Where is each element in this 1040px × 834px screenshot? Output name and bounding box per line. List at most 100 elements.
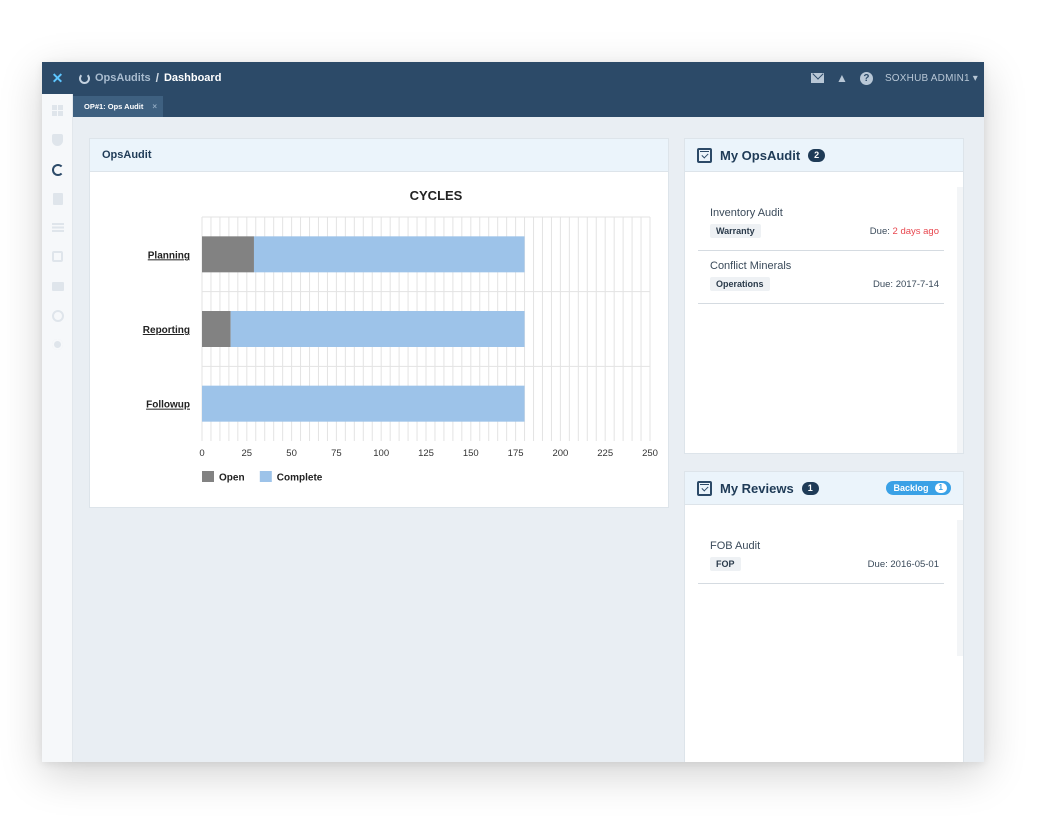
sidebar-item-dashboard[interactable] bbox=[50, 103, 65, 118]
item-due: Due: 2016-05-01 bbox=[868, 559, 939, 570]
legend-swatch-open bbox=[202, 471, 214, 482]
x-tick-label: 100 bbox=[373, 448, 389, 459]
sidebar-item-documents[interactable] bbox=[50, 191, 65, 206]
item-tag: FOP bbox=[710, 557, 741, 571]
top-icons: ▲ ? SOXHUB ADMIN1 ▾ bbox=[811, 62, 978, 94]
app-logo-icon[interactable]: ✕ bbox=[42, 62, 73, 94]
my-opsaudit-panel: My OpsAudit 2 Inventory Audit Warranty D… bbox=[684, 138, 964, 454]
bar-open-reporting bbox=[202, 311, 231, 347]
my-opsaudit-title: My OpsAudit bbox=[720, 147, 801, 163]
page-title: Dashboard bbox=[163, 72, 222, 84]
cycles-chart-container: CYCLES Planning Reporting Followup 0 25 50 75 10… bbox=[90, 173, 668, 507]
due-label: Due: bbox=[867, 559, 888, 570]
sidebar-item-list[interactable] bbox=[50, 220, 65, 235]
help-icon[interactable]: ? bbox=[859, 71, 873, 85]
list-item[interactable]: Inventory Audit Warranty Due: 2 days ago bbox=[698, 198, 944, 251]
x-tick-label: 75 bbox=[331, 448, 342, 459]
clock-icon bbox=[51, 309, 64, 322]
bar-complete-reporting bbox=[230, 311, 525, 347]
x-tick-label: 225 bbox=[597, 448, 613, 459]
x-tick-label: 150 bbox=[463, 448, 479, 459]
backlog-count-badge: 1 bbox=[934, 483, 947, 493]
opsaudit-panel-title: OpsAudit bbox=[102, 149, 152, 161]
sidebar-item-calendar[interactable] bbox=[50, 249, 65, 264]
dashboard-icon bbox=[52, 105, 63, 116]
app-window: ✕ OpsAudits / Dashboard ▲ ? SOXHUB ADMIN… bbox=[42, 62, 984, 762]
my-opsaudit-header: My OpsAudit 2 bbox=[685, 139, 963, 172]
x-tick-label: 50 bbox=[286, 448, 297, 459]
sidebar-item-clock[interactable] bbox=[50, 308, 65, 323]
breadcrumb: OpsAudits / Dashboard bbox=[79, 71, 221, 85]
gear-icon bbox=[52, 339, 63, 350]
calendar-icon bbox=[52, 251, 63, 262]
top-navbar: ✕ OpsAudits / Dashboard ▲ ? SOXHUB ADMIN… bbox=[42, 62, 984, 94]
mail-icon[interactable] bbox=[811, 73, 825, 83]
scrollbar[interactable] bbox=[957, 520, 963, 656]
item-title: Conflict Minerals bbox=[710, 260, 792, 272]
my-opsaudit-count-badge: 2 bbox=[808, 148, 826, 162]
user-name: SOXHUB ADMIN1 bbox=[884, 72, 970, 84]
item-due: Due: 2017-7-14 bbox=[873, 279, 939, 290]
document-icon bbox=[52, 192, 63, 205]
tab-bar: OP#1: Ops Audit × bbox=[73, 94, 984, 117]
due-value: 2 days ago bbox=[892, 226, 939, 237]
calendar-check-icon bbox=[697, 147, 712, 163]
scrollbar[interactable] bbox=[957, 187, 963, 453]
my-reviews-header: My Reviews 1 Backlog 1 bbox=[685, 472, 963, 505]
sidebar bbox=[42, 94, 73, 762]
backlog-label: Backlog bbox=[893, 483, 929, 493]
list-icon bbox=[51, 223, 64, 232]
x-tick-label: 200 bbox=[552, 448, 568, 459]
item-due: Due: 2 days ago bbox=[870, 226, 939, 237]
ops-ring-icon bbox=[51, 163, 64, 176]
backlog-button[interactable]: Backlog 1 bbox=[885, 481, 951, 495]
cycles-chart: CYCLES Planning Reporting Followup 0 25 50 75 10… bbox=[143, 188, 658, 484]
my-reviews-count-badge: 1 bbox=[801, 481, 819, 495]
close-icon[interactable]: × bbox=[152, 102, 157, 111]
calendar-check-icon bbox=[697, 480, 712, 496]
opsaudit-panel: OpsAudit CYCLES Planning Reporting Followup… bbox=[89, 138, 669, 508]
due-value: 2016-05-01 bbox=[890, 559, 939, 570]
chart-title: CYCLES bbox=[410, 188, 463, 203]
item-tag: Warranty bbox=[710, 224, 761, 238]
sidebar-item-folder[interactable] bbox=[50, 279, 65, 294]
chevron-down-icon: ▾ bbox=[972, 72, 978, 84]
item-title: Inventory Audit bbox=[710, 207, 783, 219]
breadcrumb-app-link[interactable]: OpsAudits bbox=[95, 72, 151, 84]
sidebar-item-shield[interactable] bbox=[50, 132, 65, 147]
bell-icon[interactable]: ▲ bbox=[836, 71, 848, 85]
sidebar-item-opsaudits[interactable] bbox=[50, 162, 65, 177]
legend-swatch-complete bbox=[259, 471, 272, 482]
x-tick-label: 175 bbox=[508, 448, 524, 459]
user-menu[interactable]: SOXHUB ADMIN1 ▾ bbox=[885, 73, 978, 84]
item-tag: Operations bbox=[710, 277, 770, 291]
breadcrumb-separator: / bbox=[155, 71, 159, 85]
x-tick-label: 25 bbox=[242, 448, 253, 459]
my-reviews-panel: My Reviews 1 Backlog 1 FOB Audit FOP Due… bbox=[684, 471, 964, 762]
x-tick-label: 250 bbox=[642, 448, 658, 459]
folder-icon bbox=[51, 282, 64, 291]
x-tick-label: 0 bbox=[199, 448, 204, 459]
bar-complete-followup bbox=[202, 385, 525, 422]
due-label: Due: bbox=[869, 226, 890, 237]
shield-icon bbox=[52, 133, 63, 146]
due-value: 2017-7-14 bbox=[895, 279, 939, 290]
sidebar-item-settings[interactable] bbox=[50, 337, 65, 352]
bar-open-planning bbox=[202, 236, 254, 273]
y-tick-label: Followup bbox=[146, 400, 190, 411]
list-item[interactable]: Conflict Minerals Operations Due: 2017-7… bbox=[698, 251, 944, 304]
ops-ring-icon bbox=[79, 72, 90, 84]
tab-ops-audit[interactable]: OP#1: Ops Audit × bbox=[73, 96, 163, 117]
opsaudit-panel-header: OpsAudit bbox=[90, 139, 668, 172]
x-tick-label: 125 bbox=[418, 448, 434, 459]
list-item[interactable]: FOB Audit FOP Due: 2016-05-01 bbox=[698, 531, 944, 584]
bar-complete-planning bbox=[253, 236, 525, 273]
tab-label: OP#1: Ops Audit bbox=[84, 102, 144, 111]
my-reviews-title: My Reviews bbox=[720, 480, 794, 496]
item-title: FOB Audit bbox=[710, 540, 761, 552]
legend-label-open: Open bbox=[219, 473, 245, 484]
y-tick-label: Planning bbox=[148, 250, 190, 261]
y-tick-label: Reporting bbox=[143, 325, 190, 336]
due-label: Due: bbox=[872, 279, 894, 290]
legend-label-complete: Complete bbox=[277, 473, 323, 484]
